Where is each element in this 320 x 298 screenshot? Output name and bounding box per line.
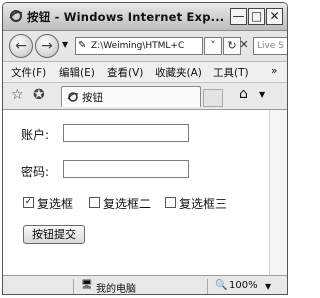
menu-view[interactable]: 查看(V) xyxy=(107,65,143,80)
address-bar[interactable]: ✎ Z:\Weiming\HTML+C xyxy=(75,37,203,55)
navigation-bar: ← → ▼ ✎ Z:\Weiming\HTML+C ˅ ↻ ✕ Live S xyxy=(3,31,287,62)
checkbox-3-label: 复选框三 xyxy=(179,197,228,211)
computer-icon: 🖥 xyxy=(81,280,93,290)
checkmark-icon: ✓ xyxy=(24,197,33,207)
menu-tools[interactable]: 工具(T) xyxy=(213,65,249,80)
status-divider xyxy=(73,279,74,294)
maximize-icon: □ xyxy=(250,9,263,23)
zoom-level[interactable]: 100% xyxy=(229,280,258,291)
minimize-icon: — xyxy=(232,9,245,23)
vertical-scrollbar[interactable] xyxy=(269,110,287,275)
back-button[interactable]: ← xyxy=(9,34,33,58)
add-favorites-icon[interactable]: ✪ xyxy=(33,87,45,103)
password-input[interactable] xyxy=(63,160,189,178)
menu-overflow[interactable]: » xyxy=(271,65,277,77)
menu-favorites[interactable]: 收藏夹(A) xyxy=(155,65,202,80)
menu-bar: 文件(F) 编辑(E) 查看(V) 收藏夹(A) 工具(T) » xyxy=(3,62,287,83)
stop-button[interactable]: ✕ xyxy=(235,37,253,55)
checkbox-1-label: 复选框 xyxy=(37,197,74,211)
ie-logo-icon xyxy=(9,10,23,22)
submit-button[interactable]: 按钮提交 xyxy=(23,225,85,244)
browser-window: 按钮 - Windows Internet Exp... — □ ✕ ← → ▼… xyxy=(2,2,288,295)
chevron-down-icon: ˅ xyxy=(210,39,216,52)
stop-icon: ✕ xyxy=(239,38,249,51)
search-placeholder: Live S xyxy=(257,41,284,51)
menu-edit[interactable]: 编辑(E) xyxy=(59,65,95,80)
checkbox-1[interactable]: ✓ xyxy=(23,197,34,208)
close-icon: ✕ xyxy=(269,9,280,23)
search-input[interactable]: Live S xyxy=(253,37,287,55)
home-dropdown-icon[interactable]: ▼ xyxy=(259,90,265,99)
menu-file[interactable]: 文件(F) xyxy=(11,65,46,80)
page-icon: ✎ xyxy=(78,40,87,51)
security-zone-text: 我的电脑 xyxy=(96,284,136,295)
checkbox-2[interactable] xyxy=(89,197,100,208)
forward-button[interactable]: → xyxy=(35,34,59,58)
tab-button-page[interactable]: 按钮 xyxy=(61,86,201,107)
window-title: 按钮 - Windows Internet Exp... xyxy=(27,10,225,24)
title-bar: 按钮 - Windows Internet Exp... — □ ✕ xyxy=(3,3,287,31)
forward-arrow-icon: → xyxy=(41,38,53,54)
account-input[interactable] xyxy=(63,124,189,142)
password-label: 密码: xyxy=(21,165,50,179)
home-icon[interactable]: ⌂ xyxy=(239,86,248,102)
address-text: Z:\Weiming\HTML+C xyxy=(91,41,185,51)
checkbox-3[interactable] xyxy=(165,197,176,208)
zoom-icon[interactable]: 🔍 xyxy=(215,280,227,291)
close-button[interactable]: ✕ xyxy=(266,8,283,25)
account-label: 账户: xyxy=(21,128,50,142)
zoom-dropdown-icon[interactable]: ▼ xyxy=(265,282,271,291)
back-arrow-icon: ← xyxy=(15,38,27,54)
history-dropdown-icon[interactable]: ▼ xyxy=(62,40,68,49)
favorites-star-icon[interactable]: ☆ xyxy=(11,87,24,103)
tab-bar: ☆ ✪ 按钮 ⌂ ▼ xyxy=(3,83,287,110)
ie-page-icon xyxy=(67,92,79,102)
status-divider xyxy=(207,279,208,294)
maximize-button[interactable]: □ xyxy=(248,8,265,25)
address-dropdown-button[interactable]: ˅ xyxy=(204,37,222,55)
checkbox-2-label: 复选框二 xyxy=(103,197,152,211)
tab-label: 按钮 xyxy=(82,92,103,104)
minimize-button[interactable]: — xyxy=(230,8,247,25)
status-bar: 🖥 我的电脑 🔍 100% ▼ xyxy=(3,275,287,295)
new-tab-button[interactable] xyxy=(203,89,223,107)
